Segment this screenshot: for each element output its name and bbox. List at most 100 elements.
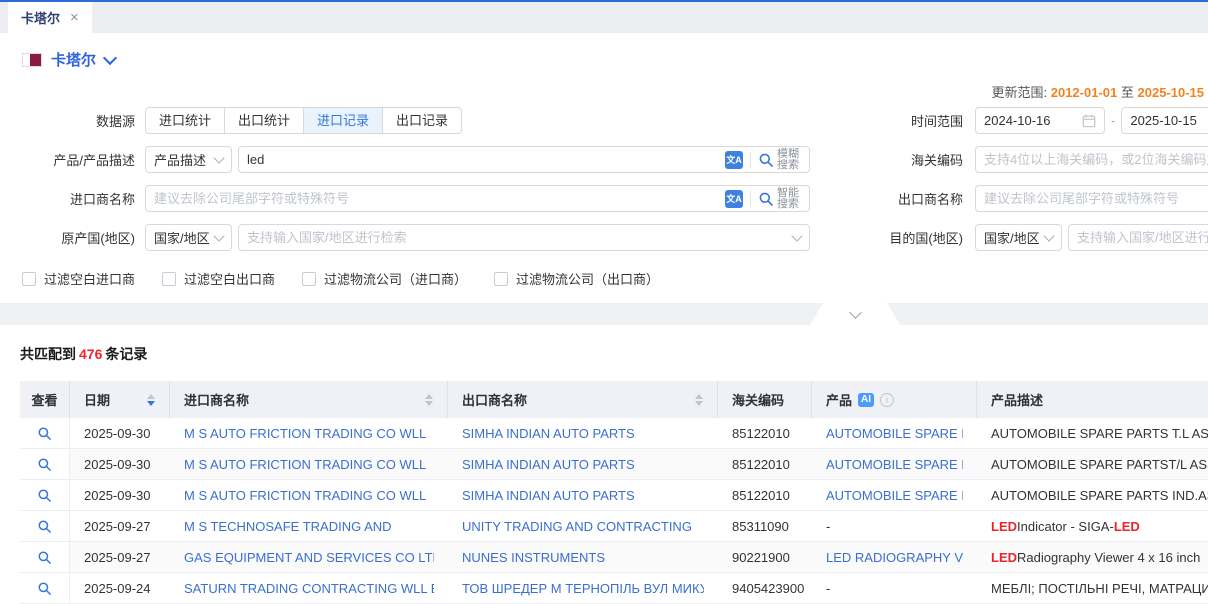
country-dropdown-chevron-icon[interactable] xyxy=(103,51,117,65)
product-search-input[interactable] xyxy=(247,152,719,167)
collapse-filters-toggle[interactable] xyxy=(810,303,900,325)
tab-qatar[interactable]: 卡塔尔 × xyxy=(8,2,92,33)
view-detail-button[interactable] xyxy=(20,573,70,603)
product-cell: AUTOMOBILE SPARE P... xyxy=(812,449,977,479)
importer-link[interactable]: M S AUTO FRICTION TRADING CO WLL xyxy=(184,457,426,472)
end-date-value[interactable] xyxy=(1130,113,1208,128)
data-source-option[interactable]: 进口记录 xyxy=(303,107,383,134)
product-link[interactable]: AUTOMOBILE SPARE P... xyxy=(826,488,963,503)
smart-search-button[interactable]: 智能搜索 xyxy=(758,188,801,210)
importer-cell: M S AUTO FRICTION TRADING CO WLL xyxy=(170,418,448,448)
table-row: 2025-09-30M S AUTO FRICTION TRADING CO W… xyxy=(20,480,1208,511)
translate-icon[interactable]: 文A xyxy=(725,151,743,169)
sort-asc-icon[interactable] xyxy=(425,394,433,399)
filter-panel: 更新范围: 2012-01-01 至 2025-10-15 数据源 进口统计出口… xyxy=(0,82,1208,325)
filter-checkbox[interactable]: 过滤物流公司（出口商） xyxy=(494,269,659,288)
column-header[interactable]: 日期 xyxy=(70,381,170,418)
column-header[interactable]: 进口商名称 xyxy=(170,381,448,418)
view-detail-button[interactable] xyxy=(20,418,70,448)
view-search-icon xyxy=(37,550,52,565)
exporter-link[interactable]: SIMHA INDIAN AUTO PARTS xyxy=(462,488,635,503)
page-title[interactable]: 卡塔尔 xyxy=(51,49,96,70)
importer-name-input[interactable] xyxy=(154,191,719,206)
product-link[interactable]: AUTOMOBILE SPARE P... xyxy=(826,457,963,472)
product-label: 产品/产品描述 xyxy=(0,150,145,169)
start-date-value[interactable] xyxy=(984,113,1082,128)
importer-link[interactable]: M S AUTO FRICTION TRADING CO WLL xyxy=(184,426,426,441)
sort-control[interactable] xyxy=(425,394,433,406)
tab-close-icon[interactable]: × xyxy=(70,10,79,25)
checkbox-label: 过滤物流公司（出口商） xyxy=(516,269,659,288)
chevron-down-icon xyxy=(213,152,224,163)
date-cell: 2025-09-30 xyxy=(70,418,170,448)
view-detail-button[interactable] xyxy=(20,511,70,541)
sort-desc-icon[interactable] xyxy=(147,401,155,406)
translate-icon[interactable]: 文A xyxy=(725,190,743,208)
sort-asc-icon[interactable] xyxy=(147,394,155,399)
hs-code-input[interactable] xyxy=(975,146,1208,173)
exporter-link[interactable]: SIMHA INDIAN AUTO PARTS xyxy=(462,457,635,472)
column-label: 查看 xyxy=(31,390,57,409)
column-label: 海关编码 xyxy=(732,390,784,409)
origin-select-value: 国家/地区 xyxy=(154,228,210,247)
view-detail-button[interactable] xyxy=(20,542,70,572)
exporter-link[interactable]: UNITY TRADING AND CONTRACTING xyxy=(462,519,692,534)
data-source-option[interactable]: 进口统计 xyxy=(145,107,225,134)
exporter-cell: ТОВ ШРЕДЕР М ТЕРНОПІЛЬ ВУЛ МИКУЛИ... xyxy=(448,573,718,603)
exporter-cell: SIMHA INDIAN AUTO PARTS xyxy=(448,480,718,510)
filter-checkbox[interactable]: 过滤物流公司（进口商） xyxy=(302,269,467,288)
table-row: 2025-09-27M S TECHNOSAFE TRADING ANDUNIT… xyxy=(20,511,1208,542)
checkbox-icon[interactable] xyxy=(22,272,36,286)
info-icon[interactable]: i xyxy=(880,393,894,407)
importer-link[interactable]: SATURN TRADING CONTRACTING WLL BUI... xyxy=(184,581,434,596)
column-header: 查看 xyxy=(20,381,70,418)
destination-country-select[interactable]: 国家/地区 xyxy=(975,224,1062,251)
search-icon xyxy=(758,152,774,168)
data-source-option[interactable]: 出口记录 xyxy=(382,107,462,134)
sort-asc-icon[interactable] xyxy=(695,394,703,399)
table-row: 2025-09-27GAS EQUIPMENT AND SERVICES CO … xyxy=(20,542,1208,573)
importer-link[interactable]: M S TECHNOSAFE TRADING AND xyxy=(184,519,392,534)
sort-control[interactable] xyxy=(147,394,155,406)
data-source-option[interactable]: 出口统计 xyxy=(224,107,304,134)
sort-desc-icon[interactable] xyxy=(695,401,703,406)
origin-country-input[interactable] xyxy=(247,230,793,245)
exporter-name-label: 出口商名称 xyxy=(810,189,975,208)
checkbox-label: 过滤物流公司（进口商） xyxy=(324,269,467,288)
filter-checkbox-row: 过滤空白进口商 过滤空白出口商 过滤物流公司（进口商） 过滤物流公司（出口商） xyxy=(22,269,1208,288)
view-search-icon xyxy=(37,519,52,534)
exporter-cell: SIMHA INDIAN AUTO PARTS xyxy=(448,418,718,448)
table-row: 2025-09-24SATURN TRADING CONTRACTING WLL… xyxy=(20,573,1208,604)
product-link[interactable]: AUTOMOBILE SPARE P... xyxy=(826,426,963,441)
importer-link[interactable]: GAS EQUIPMENT AND SERVICES CO LTD xyxy=(184,550,434,565)
checkbox-icon[interactable] xyxy=(494,272,508,286)
filter-checkbox[interactable]: 过滤空白进口商 xyxy=(22,269,135,288)
fuzzy-search-button[interactable]: 模糊搜索 xyxy=(758,149,801,171)
sort-control[interactable] xyxy=(695,394,703,406)
update-range-end: 2025-10-15 xyxy=(1138,85,1205,100)
importer-link[interactable]: M S AUTO FRICTION TRADING CO WLL xyxy=(184,488,426,503)
end-date-input[interactable] xyxy=(1121,107,1208,134)
destination-country-input[interactable] xyxy=(1068,224,1208,251)
exporter-link[interactable]: SIMHA INDIAN AUTO PARTS xyxy=(462,426,635,441)
exporter-cell: NUNES INSTRUMENTS xyxy=(448,542,718,572)
filter-row-datasource: 数据源 进口统计出口统计进口记录出口记录 时间范围 - xyxy=(0,107,1208,134)
exporter-link[interactable]: NUNES INSTRUMENTS xyxy=(462,550,605,565)
date-cell: 2025-09-30 xyxy=(70,449,170,479)
view-search-icon xyxy=(37,426,52,441)
sort-desc-icon[interactable] xyxy=(425,401,433,406)
exporter-name-input[interactable] xyxy=(975,185,1208,212)
column-header[interactable]: 出口商名称 xyxy=(448,381,718,418)
highlighted-term: LED xyxy=(1114,519,1140,534)
checkbox-icon[interactable] xyxy=(162,272,176,286)
product-link[interactable]: LED RADIOGRAPHY VI... xyxy=(826,550,963,565)
description-text: Indicator - SIGA- xyxy=(1017,519,1114,534)
view-detail-button[interactable] xyxy=(20,480,70,510)
checkbox-icon[interactable] xyxy=(302,272,316,286)
filter-checkbox[interactable]: 过滤空白出口商 xyxy=(162,269,275,288)
exporter-link[interactable]: ТОВ ШРЕДЕР М ТЕРНОПІЛЬ ВУЛ МИКУЛИ... xyxy=(462,581,704,596)
view-detail-button[interactable] xyxy=(20,449,70,479)
start-date-input[interactable] xyxy=(975,107,1105,134)
origin-country-select[interactable]: 国家/地区 xyxy=(145,224,232,251)
product-type-select[interactable]: 产品描述 xyxy=(145,146,232,173)
